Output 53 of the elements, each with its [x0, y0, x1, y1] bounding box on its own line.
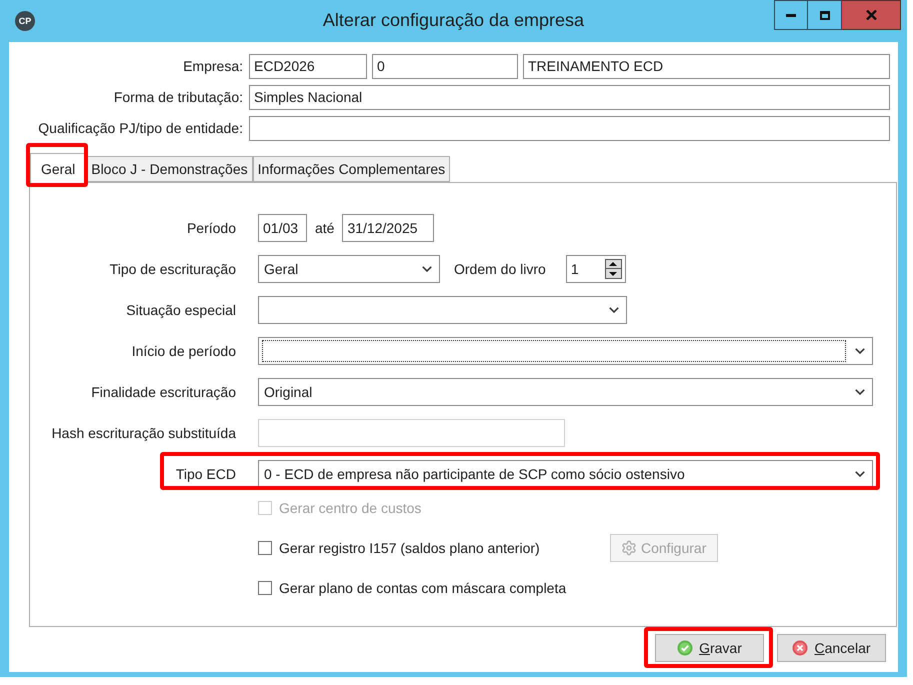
triangle-up-icon	[609, 262, 618, 266]
text-field[interactable]: Simples Nacional	[249, 85, 890, 110]
field-label: Qualificação PJ/tipo de entidade:	[38, 119, 243, 138]
field-label: Ordem do livro	[454, 260, 546, 278]
close-circle-icon	[792, 640, 808, 656]
field-label: Forma de tributação:	[114, 88, 243, 107]
field-label: Finalidade escrituração	[91, 382, 236, 402]
tab[interactable]: Geral	[30, 153, 86, 183]
dropdown[interactable]	[258, 337, 873, 365]
cancel-button[interactable]: Cancelar	[777, 634, 886, 662]
dropdown[interactable]: 0 - ECD de empresa não participante de SCP como sócio ostensivo	[258, 460, 873, 488]
text-field[interactable]: 01/03	[258, 214, 307, 242]
tab[interactable]: Bloco J - Demonstrações	[86, 156, 253, 182]
app-logo: CP	[15, 11, 35, 31]
tab[interactable]: Informações Complementares	[252, 156, 450, 182]
chevron-down-icon	[609, 307, 619, 313]
spin-up-button[interactable]	[604, 259, 622, 269]
close-icon	[866, 10, 876, 20]
field-label: Situação especial	[126, 300, 236, 320]
checkbox-label: Gerar registro I157 (saldos plano anterior)	[279, 538, 540, 558]
dropdown[interactable]: Original	[258, 378, 873, 406]
save-button[interactable]: Gravar	[655, 634, 764, 662]
spinner-field[interactable]: 1	[566, 255, 626, 283]
dropdown[interactable]: Geral	[258, 255, 440, 283]
check-circle-icon	[677, 640, 694, 656]
triangle-down-icon	[609, 272, 618, 276]
field-label: Tipo de escrituração	[110, 260, 236, 279]
text-field[interactable]: 0	[372, 54, 518, 79]
field-label: Tipo ECD	[176, 464, 236, 484]
spin-down-button[interactable]	[604, 269, 622, 279]
text-field[interactable]: ECD2026	[249, 54, 367, 79]
text-field[interactable]	[249, 116, 890, 141]
chevron-down-icon	[855, 348, 865, 354]
minimize-button[interactable]	[774, 0, 808, 30]
gear-icon	[621, 540, 637, 556]
checkbox[interactable]	[258, 581, 272, 595]
field-label: até	[315, 218, 334, 238]
checkbox[interactable]	[258, 541, 272, 555]
maximize-icon	[820, 10, 830, 20]
field-label: Empresa:	[183, 57, 243, 76]
field-label: Início de período	[132, 342, 236, 361]
close-button[interactable]	[842, 0, 901, 30]
chevron-down-icon	[855, 389, 865, 395]
checkbox-label: Gerar centro de custos	[279, 498, 422, 518]
window-title: Alterar configuração da empresa	[322, 9, 584, 32]
field-label: Período	[186, 218, 236, 238]
checkbox-label: Gerar plano de contas com máscara completa	[279, 578, 566, 598]
minimize-icon	[786, 14, 796, 16]
field-label: Hash escrituração substituída	[52, 424, 236, 443]
text-field[interactable]: 31/12/2025	[342, 214, 434, 242]
text-field[interactable]: TREINAMENTO ECD	[523, 54, 890, 79]
chevron-down-icon	[855, 471, 865, 477]
chevron-down-icon	[422, 266, 432, 272]
